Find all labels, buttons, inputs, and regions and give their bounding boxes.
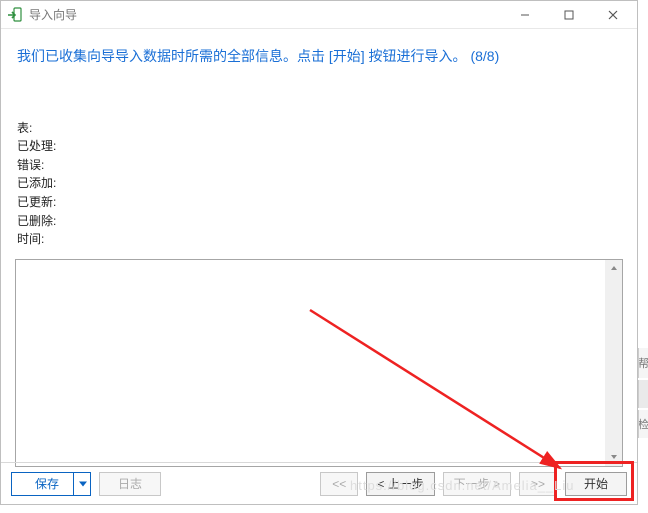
label-time: 时间: (17, 230, 44, 249)
titlebar: 导入向导 (1, 1, 637, 29)
label-deleted: 已删除: (17, 212, 56, 231)
next-button: 下一步 > (443, 472, 511, 496)
prev-button[interactable]: < 上一步 (366, 472, 434, 496)
scrollbar-track[interactable] (605, 260, 622, 466)
save-button-label: 保存 (35, 475, 59, 492)
label-updated: 已更新: (17, 193, 56, 212)
window-title: 导入向导 (29, 6, 503, 23)
side-fragment: 帮 (638, 348, 648, 378)
chevron-down-icon (79, 481, 87, 486)
label-added: 已添加: (17, 174, 56, 193)
start-button[interactable]: 开始 (565, 472, 627, 496)
import-wizard-icon (7, 7, 23, 23)
log-textarea[interactable] (15, 259, 623, 467)
page-headline: 我们已收集向导导入数据时所需的全部信息。点击 [开始] 按钮进行导入。 (8/8… (17, 47, 621, 67)
log-button: 日志 (99, 472, 161, 496)
label-processed: 已处理: (17, 137, 56, 156)
first-page-button: << (320, 472, 358, 496)
label-error: 错误: (17, 156, 44, 175)
save-button[interactable]: 保存 (11, 472, 91, 496)
footer-toolbar: 保存 日志 << < 上一步 下一步 > >> 开始 (1, 462, 637, 504)
summary-block: 表: 已处理: 错误: 已添加: 已更新: 已删除: 时间: (17, 119, 621, 249)
last-page-button: >> (519, 472, 557, 496)
scroll-up-button[interactable] (605, 260, 622, 277)
side-fragment: 检 (638, 410, 648, 438)
side-fragment (638, 380, 648, 408)
minimize-button[interactable] (503, 2, 547, 28)
label-table: 表: (17, 119, 32, 138)
close-button[interactable] (591, 2, 635, 28)
maximize-button[interactable] (547, 2, 591, 28)
